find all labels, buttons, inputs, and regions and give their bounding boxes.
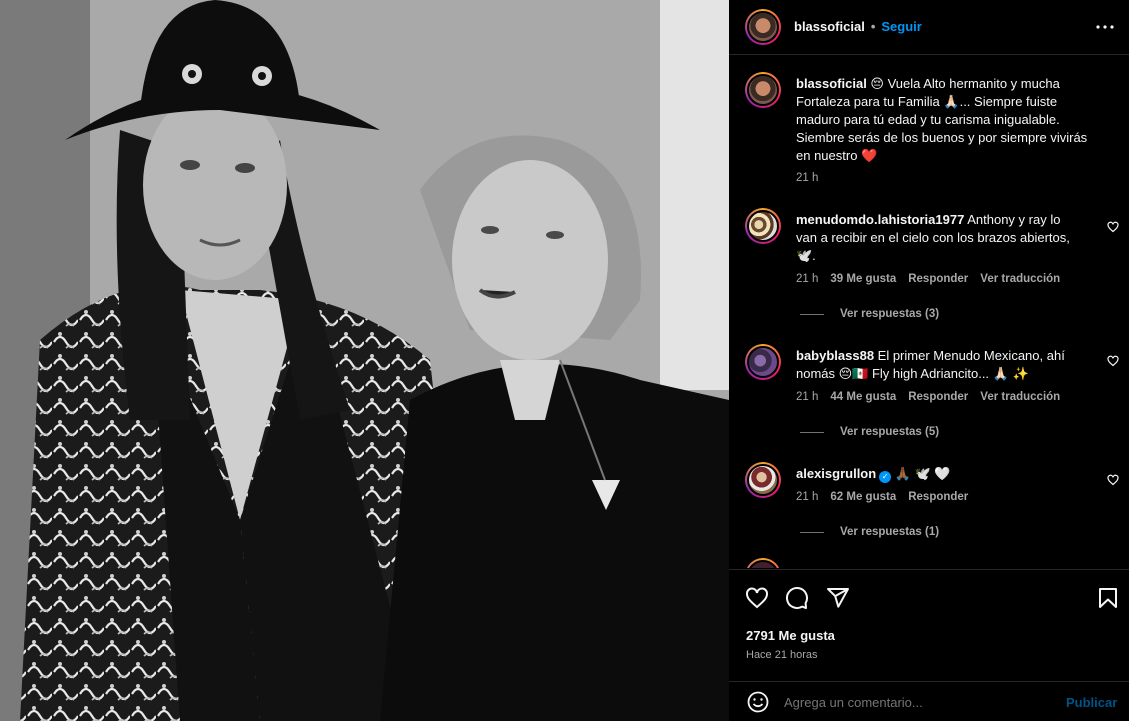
view-replies-button[interactable]: Ver respuestas (1) <box>800 526 939 538</box>
post-time: Hace 21 horas <box>746 649 818 661</box>
reply-button[interactable]: Responder <box>908 491 968 503</box>
caption-line-1: 😔 Vuela Alto hermanito y mucha <box>866 76 1060 91</box>
comment-text-3: 🕊️. <box>796 248 816 263</box>
comment-text-1: Anthony y ray lo <box>964 212 1061 227</box>
comment-text-2: nomás 😔🇲🇽 Fly high Adriancito... 🙏🏻 ✨ <box>796 366 1029 381</box>
bookmark-icon[interactable] <box>1096 586 1120 610</box>
comment-time: 21 h <box>796 391 819 403</box>
caption-line-3: maduro para tú edad y tu carisma inigual… <box>796 112 1060 127</box>
caption-line-4: Siembre serás de los buenos y por siempr… <box>796 130 1088 145</box>
separator-dot: • <box>870 19 876 34</box>
author-username[interactable]: blassoficial <box>794 19 865 34</box>
photo-illustration <box>0 0 729 721</box>
view-replies-label[interactable]: Ver respuestas (5) <box>840 426 939 438</box>
replies-line <box>800 313 824 315</box>
heart-icon[interactable] <box>745 586 769 610</box>
emoji-icon[interactable] <box>746 690 770 714</box>
comment-avatar-ring[interactable] <box>745 208 781 244</box>
comment-avatar[interactable] <box>747 210 779 242</box>
post-panel: blassoficial • Seguir blassoficial 😔 Vue… <box>729 0 1129 721</box>
comment-heart-icon[interactable] <box>1107 355 1119 367</box>
comment-meta: 21 h 44 Me gusta Responder Ver traducció… <box>796 391 1106 403</box>
view-replies-label[interactable]: Ver respuestas (1) <box>840 526 939 538</box>
comment-avatar[interactable] <box>747 464 779 496</box>
follow-button[interactable]: Seguir <box>881 19 921 34</box>
comment-avatar[interactable] <box>747 560 779 568</box>
comment-avatar-ring[interactable] <box>745 558 781 568</box>
comment-heart-icon[interactable] <box>1107 474 1119 486</box>
caption-text: blassoficial 😔 Vuela Alto hermanito y mu… <box>796 75 1116 184</box>
caption-username[interactable]: blassoficial <box>796 76 867 91</box>
replies-line <box>800 431 824 433</box>
comments-list[interactable]: blassoficial 😔 Vuela Alto hermanito y mu… <box>729 56 1129 568</box>
comment-meta: 21 h 39 Me gusta Responder Ver traducció… <box>796 273 1106 285</box>
comment-body: menudomdo.lahistoria1977 Anthony y ray l… <box>796 211 1106 285</box>
comment-icon[interactable] <box>785 586 809 610</box>
comment-likes[interactable]: 44 Me gusta <box>830 391 896 403</box>
comment-meta: 21 h 62 Me gusta Responder <box>796 491 1106 503</box>
more-icon[interactable] <box>1093 15 1117 39</box>
header-title-row: blassoficial • Seguir <box>794 19 922 34</box>
publish-button[interactable]: Publicar <box>1066 695 1117 710</box>
comment-body: babyblass88 El primer Menudo Mexicano, a… <box>796 347 1106 403</box>
comment-time: 21 h <box>796 491 819 503</box>
comment-text-1: El primer Menudo Mexicano, ahí <box>874 348 1065 363</box>
reply-button[interactable]: Responder <box>908 273 968 285</box>
translate-button[interactable]: Ver traducción <box>980 273 1060 285</box>
caption-line-2: Fortaleza para tu Familia 🙏🏻... Siempre … <box>796 94 1058 109</box>
comment-avatar-ring[interactable] <box>745 344 781 380</box>
comment-likes[interactable]: 62 Me gusta <box>830 491 896 503</box>
view-replies-button[interactable]: Ver respuestas (5) <box>800 426 939 438</box>
post-photo <box>0 0 729 721</box>
replies-line <box>800 531 824 533</box>
comment-heart-icon[interactable] <box>1107 221 1119 233</box>
caption-avatar[interactable] <box>747 74 779 106</box>
likes-count[interactable]: 2791 Me gusta <box>746 628 835 643</box>
comment-username[interactable]: menudomdo.lahistoria1977 <box>796 212 964 227</box>
comment-input[interactable] <box>784 692 1034 712</box>
caption-avatar-ring[interactable] <box>745 72 781 108</box>
comment-avatar[interactable] <box>747 346 779 378</box>
comment-time: 21 h <box>796 273 819 285</box>
reply-button[interactable]: Responder <box>908 391 968 403</box>
comment-username[interactable]: babyblass88 <box>796 348 874 363</box>
comment-likes[interactable]: 39 Me gusta <box>830 273 896 285</box>
comment-composer: Publicar <box>729 681 1129 721</box>
verified-badge-icon: ✓ <box>879 471 892 483</box>
comment-avatar-ring[interactable] <box>745 462 781 498</box>
comment-username[interactable]: alexisgrullon <box>796 466 876 481</box>
comment-text-2: van a recibir en el cielo con los brazos… <box>796 230 1070 245</box>
author-avatar-ring[interactable] <box>745 9 781 45</box>
caption-line-5: en nuestro ❤️ <box>796 148 878 163</box>
view-replies-button[interactable]: Ver respuestas (3) <box>800 308 939 320</box>
send-icon[interactable] <box>826 586 850 610</box>
translate-button[interactable]: Ver traducción <box>980 391 1060 403</box>
comment-text-1: 🙏🏾 🕊️ 🤍 <box>891 466 951 481</box>
post-header: blassoficial • Seguir <box>729 0 1129 55</box>
comment-body: alexisgrullon ✓ 🙏🏾 🕊️ 🤍 21 h 62 Me gusta … <box>796 465 1106 503</box>
view-replies-label[interactable]: Ver respuestas (3) <box>840 308 939 320</box>
caption-time: 21 h <box>796 172 819 184</box>
author-avatar[interactable] <box>747 11 779 43</box>
